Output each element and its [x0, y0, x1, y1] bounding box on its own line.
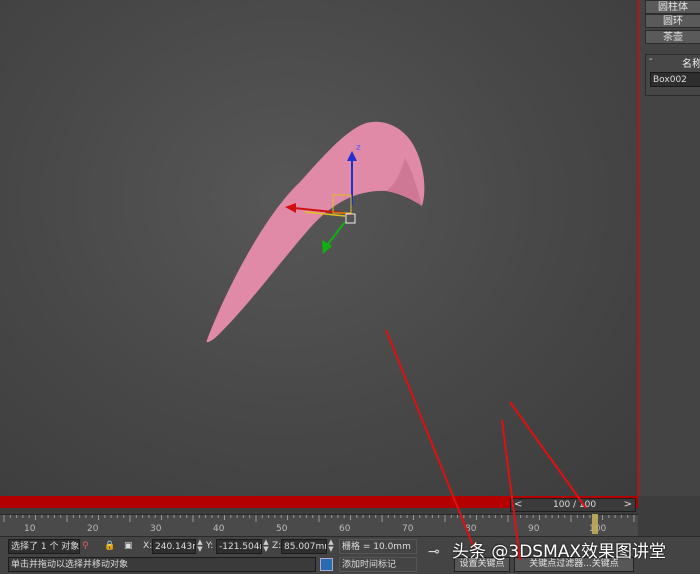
time-slider[interactable]: < 100 / 100 >	[510, 498, 636, 512]
key-icon[interactable]: ⊸	[428, 545, 440, 560]
gizmo-z-label: z	[356, 143, 361, 153]
ruler-label: 80	[465, 524, 477, 534]
command-panel: 圆柱体 圆环 茶壶 - 名称	[638, 0, 700, 514]
ruler-label: 70	[402, 524, 414, 534]
time-slider-next[interactable]: >	[624, 499, 632, 511]
add-time-tag[interactable]: 添加时间标记	[339, 557, 417, 572]
z-coordinate-field[interactable]: 85.007mm	[281, 539, 327, 554]
ruler-label: 40	[213, 524, 225, 534]
y-spinner-icon[interactable]: ▲ ▼	[263, 539, 269, 554]
ruler-label: 50	[276, 524, 288, 534]
z-coordinate-label: Z:	[272, 541, 282, 551]
prompt-line: 单击并拖动以选择并移动对象	[8, 557, 316, 572]
gizmo-center-box	[345, 213, 356, 224]
teapot-button[interactable]: 茶壶	[645, 30, 700, 44]
time-slider-prev[interactable]: <	[514, 499, 522, 511]
object-name-field[interactable]	[650, 72, 700, 87]
watermark: 头条 @3DSMAX效果图讲堂	[452, 542, 667, 562]
grid-size: 栅格 = 10.0mm	[339, 539, 417, 554]
lock-icon[interactable]: 🔒	[104, 539, 115, 554]
time-cursor[interactable]	[592, 514, 598, 534]
viewport-scene: z	[206, 121, 425, 343]
y-coordinate-field[interactable]: -121.504m	[216, 539, 262, 554]
rollout-title: 名称	[682, 59, 700, 70]
selection-status: 选择了 1 个 对象	[8, 539, 80, 554]
x-coordinate-label: X:	[143, 541, 153, 551]
y-coordinate-label: Y:	[206, 541, 214, 551]
gizmo-y-axis	[327, 221, 346, 245]
ruler-label: 90	[528, 524, 540, 534]
cylinder-button[interactable]: 圆柱体	[645, 0, 700, 14]
ruler-label: 20	[87, 524, 99, 534]
horn-object	[206, 121, 425, 343]
time-ruler[interactable]: 10 20 30 40 50 60 70 80 90 100	[0, 514, 638, 536]
ruler-label: 10	[24, 524, 36, 534]
rollout-collapse-toggle[interactable]: -	[649, 54, 653, 65]
ruler-label: 60	[339, 524, 351, 534]
perspective-viewport[interactable]: z	[0, 0, 638, 496]
x-coordinate-field[interactable]: 240.143m	[152, 539, 196, 554]
time-tag-icon[interactable]	[320, 558, 333, 571]
ruler-label: 30	[150, 524, 162, 534]
name-rollout: - 名称	[645, 54, 700, 96]
x-spinner-icon[interactable]: ▲ ▼	[197, 539, 203, 554]
z-spinner-icon[interactable]: ▲ ▼	[328, 539, 334, 554]
absolute-mode-icon[interactable]: ▣	[124, 539, 133, 554]
time-slider-value: 100 / 100	[553, 500, 597, 510]
torus-button[interactable]: 圆环	[645, 14, 700, 28]
pin-icon[interactable]: ⚲	[82, 539, 89, 554]
